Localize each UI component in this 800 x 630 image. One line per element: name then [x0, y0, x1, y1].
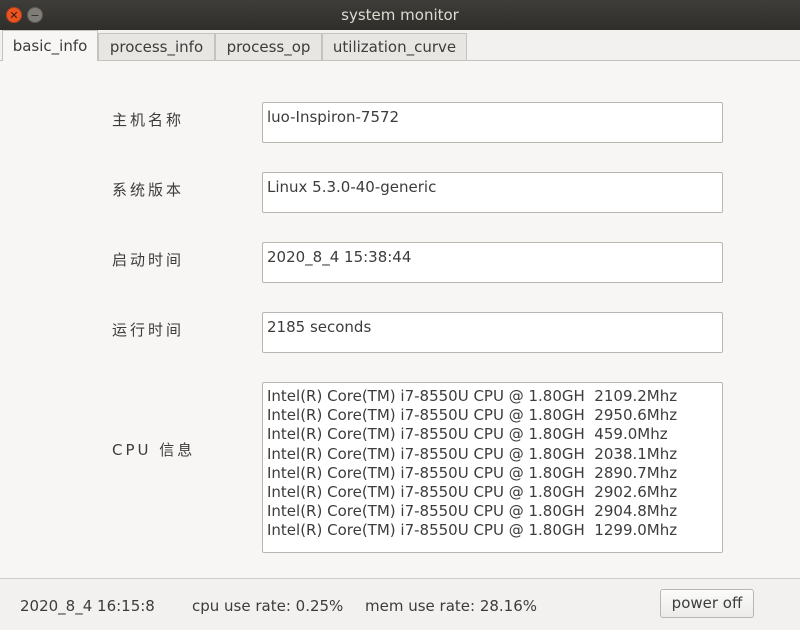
- version-label: 系统版本: [112, 181, 185, 199]
- cpu-info-label: CPU 信息: [112, 441, 196, 459]
- hostname-field[interactable]: luo-Inspiron-7572: [262, 102, 723, 143]
- tab-process-op[interactable]: process_op: [215, 33, 322, 60]
- cpu-info-box[interactable]: Intel(R) Core(TM) i7-8550U CPU @ 1.80GH …: [262, 382, 723, 553]
- tab-bar: basic_info process_info process_op utili…: [0, 30, 800, 61]
- title-bar: ✕ − system monitor: [0, 0, 800, 30]
- tab-process-info[interactable]: process_info: [98, 33, 215, 60]
- cpu-info-line: Intel(R) Core(TM) i7-8550U CPU @ 1.80GH …: [267, 521, 678, 540]
- version-field[interactable]: Linux 5.3.0-40-generic: [262, 172, 723, 213]
- boot-time-label: 启动时间: [112, 251, 185, 269]
- current-datetime: 2020_8_4 16:15:8: [20, 597, 155, 615]
- basic-info-panel: 主机名称 luo-Inspiron-7572 系统版本 Linux 5.3.0-…: [0, 60, 800, 578]
- window-title: system monitor: [341, 6, 459, 24]
- power-off-button[interactable]: power off: [660, 589, 754, 618]
- hostname-label: 主机名称: [112, 111, 185, 129]
- uptime-label: 运行时间: [112, 321, 185, 339]
- cpu-info-line: Intel(R) Core(TM) i7-8550U CPU @ 1.80GH …: [267, 444, 678, 463]
- uptime-field[interactable]: 2185 seconds: [262, 312, 723, 353]
- tab-utilization-curve[interactable]: utilization_curve: [322, 33, 467, 60]
- cpu-info-line: Intel(R) Core(TM) i7-8550U CPU @ 1.80GH …: [267, 406, 678, 425]
- cpu-info-line: Intel(R) Core(TM) i7-8550U CPU @ 1.80GH …: [267, 483, 678, 502]
- boot-time-field[interactable]: 2020_8_4 15:38:44: [262, 242, 723, 283]
- mem-use-rate: mem use rate: 28.16%: [365, 597, 538, 615]
- cpu-info-line: Intel(R) Core(TM) i7-8550U CPU @ 1.80GH …: [267, 387, 678, 405]
- status-bar: 2020_8_4 16:15:8 cpu use rate: 0.25% mem…: [0, 578, 800, 630]
- cpu-info-line: Intel(R) Core(TM) i7-8550U CPU @ 1.80GH …: [267, 463, 678, 482]
- tab-basic-info[interactable]: basic_info: [2, 30, 98, 61]
- cpu-info-line: Intel(R) Core(TM) i7-8550U CPU @ 1.80GH …: [267, 425, 668, 444]
- cpu-info-line: Intel(R) Core(TM) i7-8550U CPU @ 1.80GH …: [267, 502, 678, 521]
- cpu-use-rate: cpu use rate: 0.25%: [192, 597, 344, 615]
